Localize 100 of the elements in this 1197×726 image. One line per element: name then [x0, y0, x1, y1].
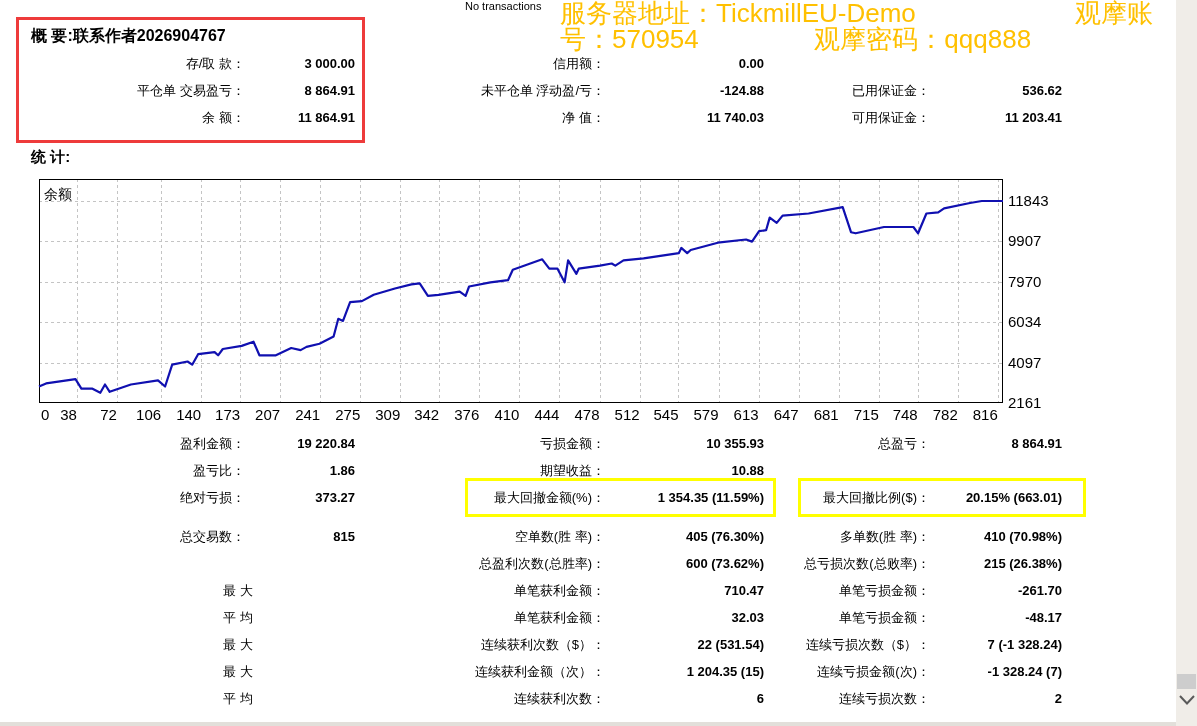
field-label: 最 大 — [223, 582, 253, 598]
x-axis-label: 0 — [41, 406, 50, 423]
field-value: 8 864.91 — [304, 83, 355, 98]
x-axis-label: 72 — [100, 406, 117, 423]
field-label: 最大回撤比例($)： — [823, 489, 930, 505]
field-label: 绝对亏损： — [180, 489, 245, 505]
field-label: 连续亏损次数： — [839, 690, 930, 706]
field-value: -48.17 — [1025, 610, 1062, 625]
field-value: 3 000.00 — [304, 56, 355, 71]
x-axis-label: 782 — [932, 406, 958, 423]
field-label: 信用额： — [553, 55, 605, 71]
field-label: 期望收益： — [540, 462, 605, 478]
x-axis-label: 647 — [773, 406, 799, 423]
field-label: 可用保证金： — [852, 109, 930, 125]
field-value: 710.47 — [724, 583, 764, 598]
field-label: 平仓单 交易盈亏： — [137, 82, 245, 98]
y-axis-label: 11843 — [1008, 192, 1049, 210]
field-value: 11 740.03 — [706, 110, 764, 125]
field-label: 盈亏比： — [193, 462, 245, 478]
y-axis-label: 7970 — [1008, 272, 1042, 290]
series-label: 余额 — [44, 186, 72, 202]
x-axis-label: 106 — [136, 406, 162, 423]
x-axis-label: 715 — [853, 406, 879, 423]
field-value: -261.70 — [1017, 583, 1062, 598]
x-axis-label: 748 — [892, 406, 918, 423]
field-label: 最 大 — [223, 663, 253, 679]
x-axis-label: 613 — [733, 406, 759, 423]
field-value: 1.86 — [329, 463, 355, 478]
field-label: 平 均 — [223, 609, 253, 625]
field-value: 8 864.91 — [1011, 436, 1062, 451]
field-value: 32.03 — [731, 610, 764, 625]
field-value: 1 204.35 (15) — [686, 664, 764, 679]
field-label: 最 大 — [223, 636, 253, 652]
field-value: 22 (531.54) — [697, 637, 764, 652]
annotation-text: 服务器地址：TickmillEU-Demo 观摩账号：570954 观摩密码：qqq888 — [560, 0, 1154, 52]
x-axis-label: 140 — [176, 406, 202, 423]
field-label: 平 均 — [223, 690, 253, 706]
scrollbar-thumb[interactable] — [1177, 674, 1196, 689]
field-value: -1 328.24 (7) — [987, 664, 1062, 679]
field-value: 1 354.35 (11.59%) — [657, 490, 764, 505]
x-axis-label: 681 — [813, 406, 839, 423]
field-label: 总盈亏： — [878, 435, 930, 451]
y-axis-label: 2161 — [1008, 394, 1042, 411]
section-title: 统 计: — [31, 148, 71, 165]
field-value: 11 864.91 — [297, 110, 355, 125]
field-label: 总亏损次数(总败率)： — [804, 555, 930, 571]
field-value: 373.27 — [315, 490, 355, 505]
field-value: 600 (73.62%) — [685, 556, 764, 571]
summary-title: 概 要:联系作者2026904767 — [31, 27, 226, 44]
x-axis-label: 444 — [534, 406, 560, 423]
field-label: 总盈利次数(总胜率)： — [479, 555, 605, 571]
scrollbar-track[interactable] — [1176, 0, 1197, 726]
status-text: No transactions — [465, 0, 542, 12]
field-value: 2 — [1054, 691, 1062, 706]
x-axis-label: 309 — [375, 406, 401, 423]
x-axis-label: 478 — [574, 406, 600, 423]
field-value: 11 203.41 — [1004, 110, 1062, 125]
field-label: 单笔亏损金额： — [839, 609, 930, 625]
x-axis-label: 38 — [60, 406, 77, 423]
field-label: 连续亏损金额(次)： — [817, 663, 930, 679]
x-axis-label: 376 — [454, 406, 480, 423]
x-axis-label: 579 — [693, 406, 719, 423]
field-label: 未平仓单 浮动盈/亏： — [480, 82, 605, 98]
chevron-down-icon[interactable] — [1178, 695, 1195, 705]
field-label: 最大回撤金额(%)： — [493, 489, 605, 505]
y-axis-label: 9907 — [1008, 232, 1042, 250]
field-label: 连续获利次数： — [514, 690, 605, 706]
field-label: 总交易数： — [180, 528, 245, 544]
field-value: 410 (70.98%) — [983, 529, 1062, 544]
field-value: 10 355.93 — [706, 436, 764, 451]
y-axis-label: 6034 — [1008, 313, 1042, 331]
field-label: 盈利金额： — [180, 435, 245, 451]
x-axis-label: 241 — [295, 406, 321, 423]
x-axis-label: 512 — [614, 406, 640, 423]
field-value: 20.15% (663.01) — [965, 490, 1062, 505]
y-axis-label: 4097 — [1008, 353, 1042, 371]
field-value: 536.62 — [1022, 83, 1062, 98]
field-label: 单笔亏损金额： — [839, 582, 930, 598]
field-label: 净 值： — [562, 109, 605, 125]
x-axis-label: 275 — [335, 406, 361, 423]
x-axis-label: 173 — [215, 406, 241, 423]
field-label: 单笔获利金额： — [514, 609, 605, 625]
x-axis-label: 207 — [255, 406, 281, 423]
field-value: 19 220.84 — [297, 436, 355, 451]
field-label: 存/取 款： — [185, 55, 245, 71]
field-value: -124.88 — [719, 83, 764, 98]
field-label: 单笔获利金额： — [514, 582, 605, 598]
field-label: 连续获利次数（$）： — [480, 636, 605, 652]
field-value: 815 — [333, 529, 355, 544]
field-value: 7 (-1 328.24) — [987, 637, 1062, 652]
field-value: 10.88 — [731, 463, 764, 478]
x-axis-label: 545 — [653, 406, 679, 423]
field-value: 405 (76.30%) — [685, 529, 764, 544]
field-label: 余 额： — [202, 109, 245, 125]
x-axis-label: 342 — [414, 406, 440, 423]
field-label: 已用保证金： — [852, 82, 930, 98]
x-axis-label: 816 — [972, 406, 998, 423]
field-value: 215 (26.38%) — [983, 556, 1062, 571]
field-label: 连续亏损次数（$）： — [805, 636, 930, 652]
field-label: 连续获利金额（次）： — [475, 663, 605, 679]
